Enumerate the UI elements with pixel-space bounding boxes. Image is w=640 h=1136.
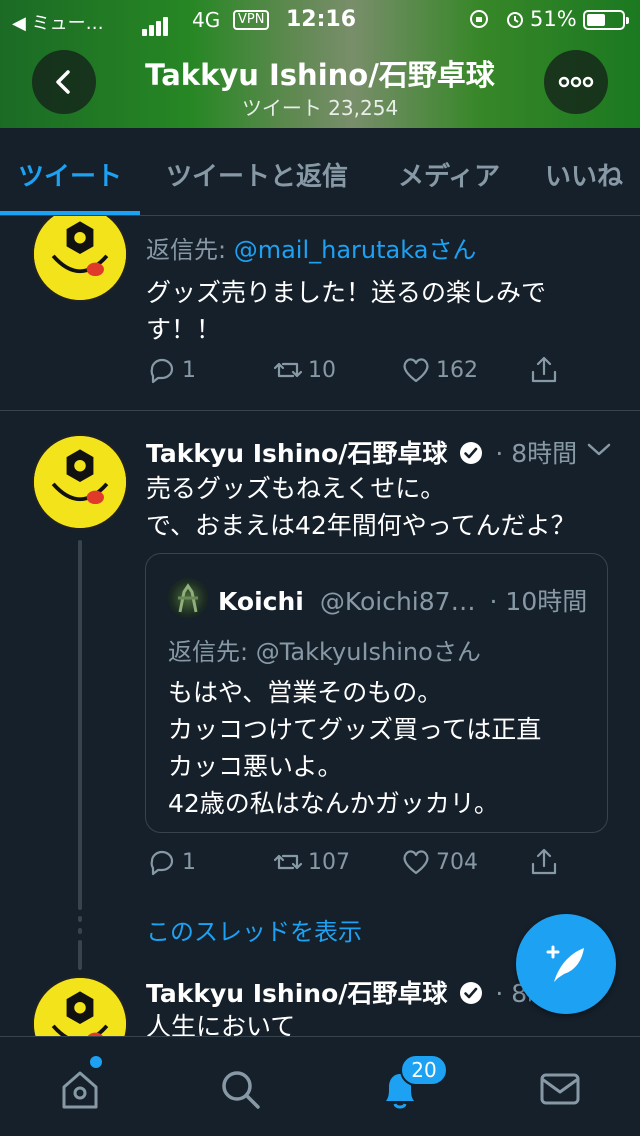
- reply-to-label: 返信先:: [146, 236, 234, 264]
- tweet-time: · 8時間: [495, 439, 578, 468]
- avatar[interactable]: [32, 434, 128, 530]
- tweet-timeline: 返信先: @mail_harutakaさん グッズ売りました！送るの楽しみで す…: [0, 216, 640, 1036]
- smiley-avatar-icon: [34, 978, 126, 1036]
- tweet-count: ツイート 23,254: [241, 96, 399, 120]
- display-name[interactable]: Takkyu Ishino/石野卓球: [146, 439, 447, 468]
- avatar[interactable]: [32, 216, 128, 302]
- quoted-text-line: 42歳の私はなんかガッカリ。: [168, 789, 499, 818]
- quoted-text-line: カッコ悪いよ。: [168, 752, 343, 781]
- avatar[interactable]: [32, 976, 128, 1036]
- tweet-actions: 1 10 162: [146, 354, 606, 394]
- tweet-text: 人生において: [146, 1008, 606, 1036]
- quoted-handle: @Koichi87…: [319, 587, 476, 616]
- smiley-avatar-icon: [34, 216, 126, 300]
- heart-icon: [403, 850, 429, 875]
- share-icon: [531, 848, 557, 875]
- heart-icon: [403, 358, 429, 383]
- like-button[interactable]: 162: [400, 354, 478, 386]
- chevron-down-icon[interactable]: [585, 439, 613, 459]
- reply-to: 返信先: @mail_harutakaさん: [146, 230, 476, 265]
- reply-icon: [150, 358, 174, 384]
- retweet-icon: [273, 854, 303, 870]
- tweet-text: グッズ売りました！送るの楽しみで す！！: [146, 274, 606, 348]
- home-icon[interactable]: [56, 1065, 104, 1113]
- signal-strength-icon: [142, 12, 170, 36]
- tweet-header: Takkyu Ishino/石野卓球 · 8時間: [146, 434, 577, 470]
- smiley-avatar-icon: [34, 436, 126, 528]
- quoted-text-line: カッコつけてグッズ買っては正直: [168, 715, 542, 744]
- quoted-text-line: もはや、営業そのもの。: [168, 678, 443, 707]
- battery-percent: 51%: [530, 7, 577, 31]
- compose-feather-icon: [546, 945, 584, 982]
- profile-header: ◀ ミュー… 4G VPN 12:16 51% Takkyu Ishino/石野…: [0, 0, 640, 128]
- thread-connector-dot: [78, 916, 82, 922]
- battery-icon: [583, 10, 629, 30]
- vpn-indicator: VPN: [233, 10, 270, 30]
- tweet-actions: 1 107 704: [146, 846, 606, 886]
- retweet-button[interactable]: 107: [272, 846, 350, 878]
- tab-likes[interactable]: いいね: [545, 156, 623, 193]
- status-bar: ◀ ミュー… 4G VPN 12:16 51%: [0, 0, 640, 40]
- rotation-lock-and-alarm-icons: [468, 8, 526, 32]
- messages-envelope-icon[interactable]: [536, 1065, 584, 1113]
- quoted-time: · 10時間: [489, 587, 588, 616]
- more-dots-icon: [558, 76, 594, 88]
- display-name[interactable]: Takkyu Ishino/石野卓球: [146, 979, 447, 1008]
- retweet-icon: [273, 362, 303, 378]
- search-icon[interactable]: [216, 1065, 264, 1113]
- tweet-header: Takkyu Ishino/石野卓球 · 8時: [146, 974, 552, 1010]
- rotation-lock-icon: [470, 10, 488, 28]
- reply-icon: [150, 850, 174, 876]
- more-options-button[interactable]: [544, 50, 608, 114]
- quoted-avatar: [168, 578, 208, 618]
- verified-badge-icon: [460, 442, 483, 464]
- tab-tweets-and-replies[interactable]: ツイートと返信: [166, 156, 348, 193]
- thread-connector: [78, 940, 82, 970]
- home-new-dot: [90, 1056, 102, 1068]
- clock: 12:16: [286, 7, 357, 32]
- tab-tweets[interactable]: ツイート: [18, 156, 122, 193]
- tweet-text: 売るグッズもねえくせに。 で、おまえは42年間何やってんだよ？: [146, 470, 616, 544]
- thread-connector-dot: [78, 928, 82, 934]
- quoted-reply-to: 返信先: @TakkyuIshinoさん: [168, 638, 481, 666]
- tweet-text-line: グッズ売りました！送るの楽しみで: [146, 278, 547, 307]
- like-button[interactable]: 704: [400, 846, 478, 878]
- quoted-display-name: Koichi: [218, 587, 304, 616]
- reply-count: 1: [182, 849, 196, 875]
- retweet-count: 10: [308, 357, 336, 383]
- profile-tabs: ツイート ツイートと返信 メディア いいね: [0, 128, 640, 216]
- tweet-text-line: す！！: [146, 315, 222, 344]
- bottom-navigation: [0, 1036, 640, 1136]
- retweet-count: 107: [308, 849, 350, 875]
- quoted-text: もはや、営業そのもの。 カッコつけてグッズ買っては正直 カッコ悪いよ。 42歳の…: [168, 674, 598, 822]
- mention-link[interactable]: @mail_harutakaさん: [234, 236, 477, 264]
- share-icon: [531, 356, 557, 383]
- reply-count: 1: [182, 357, 196, 383]
- show-thread-link[interactable]: このスレッドを表示: [146, 912, 362, 947]
- tab-media[interactable]: メディア: [398, 156, 500, 193]
- active-tab-indicator: [0, 211, 140, 215]
- robot-avatar-icon: [178, 583, 198, 613]
- retweet-button[interactable]: 10: [272, 354, 336, 386]
- like-count: 704: [436, 849, 478, 875]
- compose-tweet-button[interactable]: [516, 914, 616, 1014]
- quoted-header: Koichi @Koichi87… · 10時間: [218, 582, 587, 618]
- reply-button[interactable]: 1: [146, 846, 196, 878]
- like-count: 162: [436, 357, 478, 383]
- tweet-text-line: 売るグッズもねえくせに。: [146, 474, 446, 503]
- tweet-text-line: 人生において: [146, 1012, 296, 1036]
- verified-badge-icon: [460, 982, 483, 1004]
- tweet-text-line: で、おまえは42年間何やってんだよ？: [146, 511, 576, 540]
- notifications-badge: 20: [400, 1054, 448, 1086]
- network-type: 4G: [192, 8, 221, 32]
- share-button[interactable]: [528, 846, 564, 878]
- quoted-tweet[interactable]: Koichi @Koichi87… · 10時間 返信先: @TakkyuIsh…: [145, 553, 608, 833]
- alarm-icon: [507, 12, 524, 28]
- share-button[interactable]: [528, 354, 564, 386]
- back-to-app-label[interactable]: ◀ ミュー…: [12, 9, 104, 35]
- tweet-divider: [0, 410, 640, 411]
- thread-connector: [78, 540, 82, 910]
- reply-button[interactable]: 1: [146, 354, 196, 386]
